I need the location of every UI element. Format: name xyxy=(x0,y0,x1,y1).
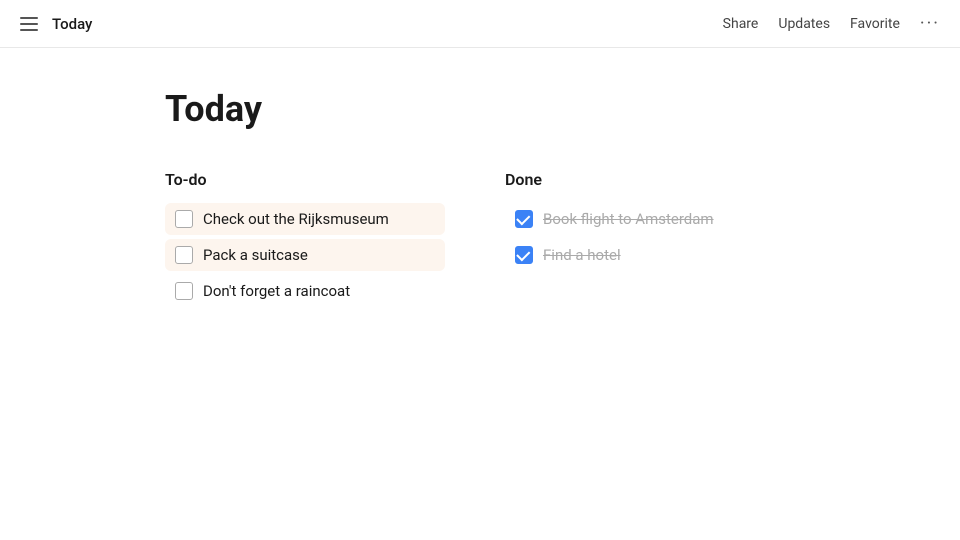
done-item[interactable]: Book flight to Amsterdam xyxy=(505,203,785,235)
todo-label-1: Check out the Rijksmuseum xyxy=(203,210,389,228)
header-left: Today xyxy=(20,15,92,33)
todo-checkbox-1[interactable] xyxy=(175,210,193,228)
more-icon[interactable]: ··· xyxy=(920,13,940,34)
favorite-button[interactable]: Favorite xyxy=(850,16,900,32)
share-button[interactable]: Share xyxy=(723,16,759,32)
columns: To-do Check out the Rijksmuseum Pack a s… xyxy=(165,170,795,311)
todo-checkbox-3[interactable] xyxy=(175,282,193,300)
done-column-title: Done xyxy=(505,170,785,189)
todo-column: To-do Check out the Rijksmuseum Pack a s… xyxy=(165,170,445,311)
page-title: Today xyxy=(165,88,795,130)
main-content: Today To-do Check out the Rijksmuseum Pa… xyxy=(0,48,960,351)
done-label-2: Find a hotel xyxy=(543,246,621,264)
header: Today Share Updates Favorite ··· xyxy=(0,0,960,48)
todo-item[interactable]: Pack a suitcase xyxy=(165,239,445,271)
done-column: Done Book flight to Amsterdam Find a hot… xyxy=(505,170,785,311)
todo-label-3: Don't forget a raincoat xyxy=(203,282,350,300)
todo-item[interactable]: Don't forget a raincoat xyxy=(165,275,445,307)
menu-icon[interactable] xyxy=(20,17,38,31)
done-checkbox-1[interactable] xyxy=(515,210,533,228)
done-item[interactable]: Find a hotel xyxy=(505,239,785,271)
todo-label-2: Pack a suitcase xyxy=(203,246,308,264)
done-label-1: Book flight to Amsterdam xyxy=(543,210,714,228)
done-checkbox-2[interactable] xyxy=(515,246,533,264)
todo-checkbox-2[interactable] xyxy=(175,246,193,264)
header-title: Today xyxy=(52,15,92,33)
updates-button[interactable]: Updates xyxy=(778,16,830,32)
header-right: Share Updates Favorite ··· xyxy=(723,13,940,34)
todo-item[interactable]: Check out the Rijksmuseum xyxy=(165,203,445,235)
todo-column-title: To-do xyxy=(165,170,445,189)
